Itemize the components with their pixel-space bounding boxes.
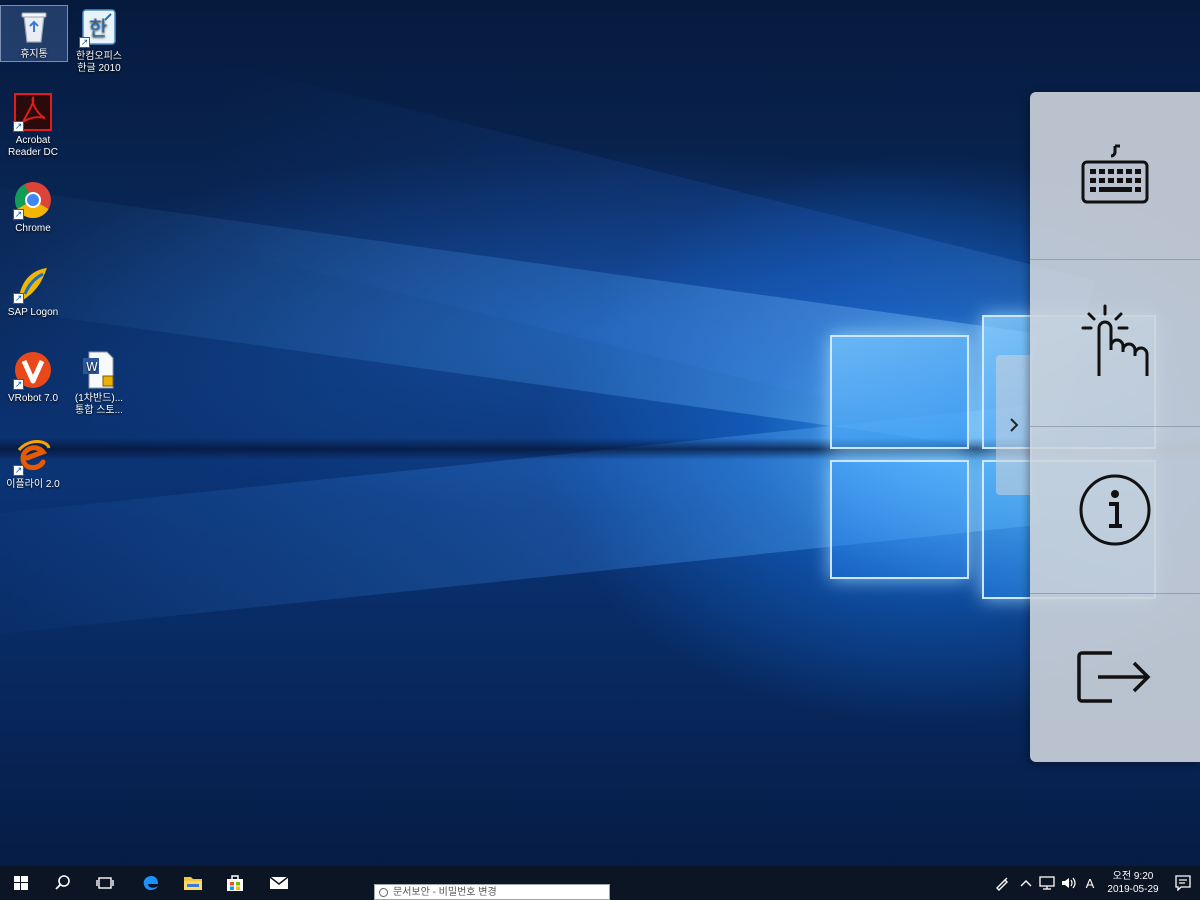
info-icon [1079,474,1151,546]
chrome-icon: ↗ [13,180,53,220]
icon-label: VRobot 7.0 [7,393,59,404]
edge-button[interactable] [130,866,172,900]
logo-pane [830,335,969,449]
vrobot-icon: ↗ [13,350,53,390]
clock-time: 오전 9:20 [1112,871,1154,882]
svg-text:W: W [86,360,98,374]
e-app-icon: ↗ [13,436,53,476]
clock-date: 2019-05-29 [1107,884,1159,895]
action-center-button[interactable] [1166,866,1200,900]
icon-label: 한컴오피스 한글 2010 [76,51,122,74]
network-icon [1039,876,1055,890]
search-box-text: 문서보안 - 비밀번호 변경 [393,887,497,898]
search-icon [379,888,388,897]
icon-label: Acrobat Reader DC [7,135,59,158]
icon-label: SAP Logon [7,307,59,318]
edge-icon [143,875,158,890]
volume-button[interactable] [1058,866,1080,900]
shortcut-arrow-icon: ↗ [13,293,24,304]
store-button[interactable] [214,866,256,900]
file-explorer-button[interactable] [172,866,214,900]
icon-label: 휴지통 [20,49,48,60]
desktop-icon-ecollab[interactable]: ↗ 이플라이 2.0 [0,436,66,491]
folder-icon [184,877,202,890]
info-button[interactable] [1030,427,1200,593]
mail-icon [269,876,289,889]
show-hidden-icons-button[interactable] [1016,866,1036,900]
desktop-icon-chrome[interactable]: ↗ Chrome [0,180,66,235]
icon-label: Chrome [15,223,51,234]
side-tool-panel [1030,92,1200,762]
task-view-button[interactable] [84,866,126,900]
desktop-icon-recycle-bin[interactable]: 휴지통 [0,5,68,62]
touch-hand-icon [1081,304,1149,376]
desktop-icon-acrobat[interactable]: ↗ Acrobat Reader DC [0,92,66,159]
icon-label: 이플라이 2.0 [6,479,60,490]
ime-indicator[interactable]: A [1080,866,1100,900]
system-tray: A 오전 9:20 2019-05-29 [988,866,1200,900]
desktop-icon-word-doc[interactable]: W (1차반드)... 통합 스토... [66,350,132,417]
keyboard-button[interactable] [1030,92,1200,258]
desktop-icon-sap-logon[interactable]: ↗ SAP Logon [0,264,66,319]
desktop-icon-hancom[interactable]: 한 ↗ 한컴오피스 한글 2010 [66,8,132,75]
network-button[interactable] [1036,866,1058,900]
desktop-icon-vrobot[interactable]: ↗ VRobot 7.0 [0,350,66,405]
icon-label: (1차반드)... 통합 스토... [74,393,124,416]
mail-button[interactable] [258,866,300,900]
windows-start-icon [14,876,28,890]
shortcut-arrow-icon: ↗ [79,37,90,48]
search-icon [55,875,70,890]
collapse-panel-button[interactable] [996,355,1032,495]
chevron-right-icon [1010,418,1019,432]
pen-ink-button[interactable] [988,866,1016,900]
clock[interactable]: 오전 9:20 2019-05-29 [1100,866,1166,900]
shortcut-arrow-icon: ↗ [13,379,24,390]
chevron-up-icon [1020,880,1032,887]
hancom-office-icon: 한 ↗ [79,8,119,48]
recycle-bin-icon [14,6,54,46]
shortcut-arrow-icon: ↗ [13,209,24,220]
shortcut-arrow-icon: ↗ [13,465,24,476]
taskbar-search-box[interactable]: 문서보안 - 비밀번호 변경 [374,884,610,900]
start-button[interactable] [0,866,42,900]
exit-button[interactable] [1030,594,1200,760]
notification-icon [1175,875,1191,891]
logo-pane [830,460,969,579]
touch-button[interactable] [1030,260,1200,426]
store-icon [227,875,243,891]
task-view-icon [96,877,114,889]
keyboard-icon [1081,144,1149,204]
pen-icon [996,877,1008,891]
shortcut-arrow-icon: ↗ [13,121,24,132]
speaker-icon [1062,877,1076,889]
sap-logon-icon: ↗ [13,264,53,304]
exit-icon [1077,651,1151,703]
search-button[interactable] [42,866,84,900]
word-document-icon: W [79,350,119,390]
acrobat-reader-icon: ↗ [13,92,53,132]
